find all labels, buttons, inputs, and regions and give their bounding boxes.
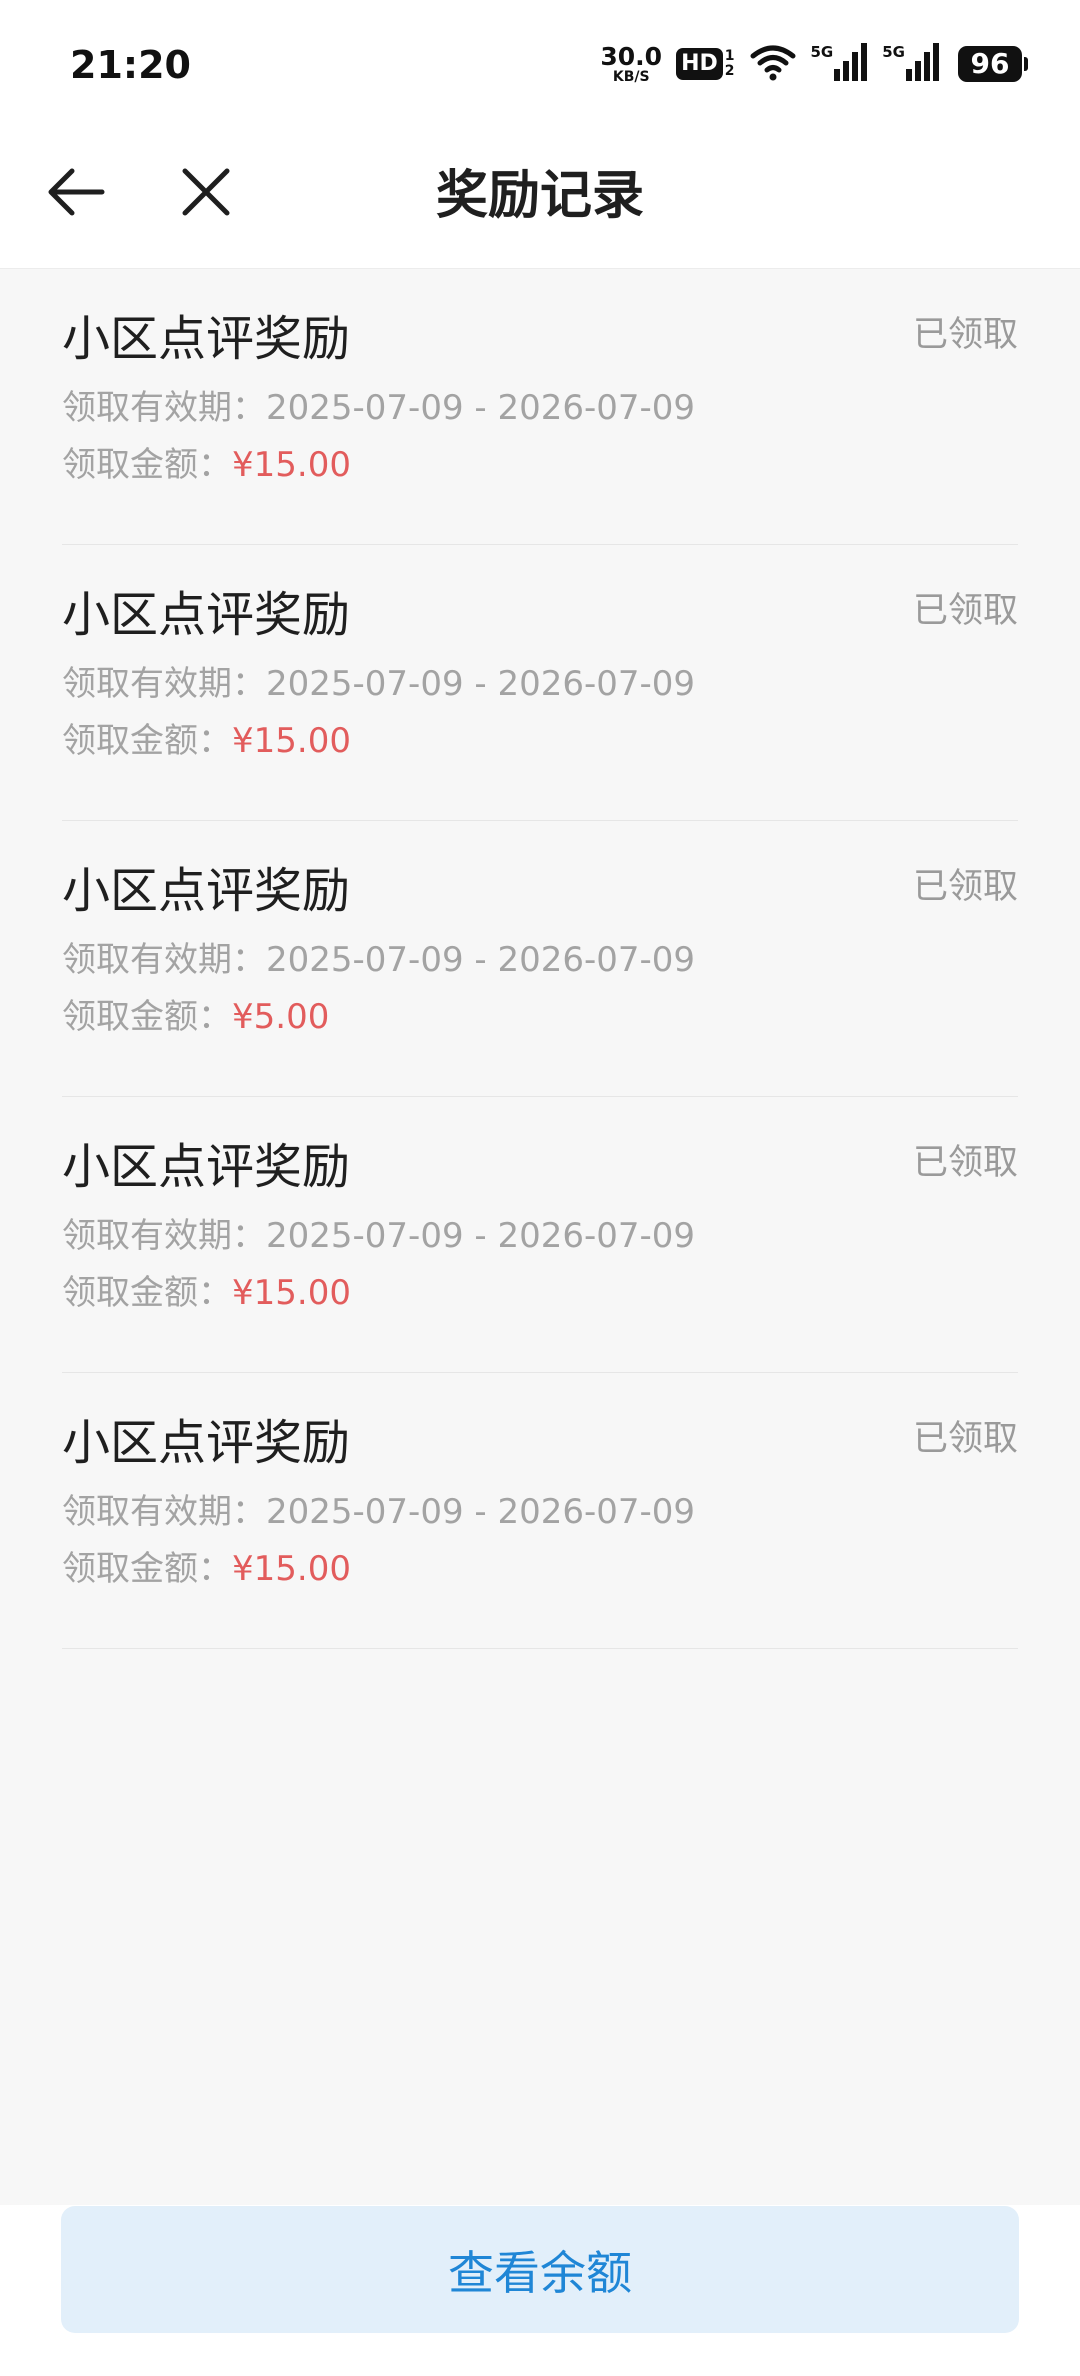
record-validity: 领取有效期：2025-07-09 - 2026-07-09 xyxy=(62,663,695,705)
status-time: 21:20 xyxy=(70,43,191,87)
amount-label: 领取金额： xyxy=(62,721,232,761)
validity-label: 领取有效期： xyxy=(62,1492,266,1532)
validity-label: 领取有效期： xyxy=(62,1216,266,1256)
record-validity: 领取有效期：2025-07-09 - 2026-07-09 xyxy=(62,939,695,981)
record-title: 小区点评奖励 xyxy=(62,587,351,643)
signal-icon xyxy=(906,43,940,85)
record-amount: 领取金额：¥15.00 xyxy=(62,1548,351,1590)
record-status: 已领取 xyxy=(912,591,1018,631)
validity-value: 2025-07-09 - 2026-07-09 xyxy=(266,664,696,704)
battery-indicator: 96 xyxy=(958,46,1028,82)
amount-value: ¥15.00 xyxy=(232,1549,351,1589)
wifi-icon xyxy=(749,42,797,86)
status-icons: 30.0 KB/S HD 1 2 5G 5G 96 xyxy=(600,40,1028,88)
list-item[interactable]: 小区点评奖励 已领取 领取有效期：2025-07-09 - 2026-07-09… xyxy=(62,1373,1018,1649)
validity-label: 领取有效期： xyxy=(62,388,266,428)
header: 奖励记录 xyxy=(0,128,1080,269)
list-item[interactable]: 小区点评奖励 已领取 领取有效期：2025-07-09 - 2026-07-09… xyxy=(62,821,1018,1097)
record-amount: 领取金额：¥15.00 xyxy=(62,1272,351,1314)
signal-icon xyxy=(834,43,868,85)
record-amount: 领取金额：¥15.00 xyxy=(62,444,351,486)
network-speed: 30.0 KB/S xyxy=(600,44,662,84)
list-item[interactable]: 小区点评奖励 已领取 领取有效期：2025-07-09 - 2026-07-09… xyxy=(62,545,1018,821)
record-validity: 领取有效期：2025-07-09 - 2026-07-09 xyxy=(62,1215,695,1257)
network-speed-value: 30.0 xyxy=(600,42,663,71)
record-title: 小区点评奖励 xyxy=(62,311,351,367)
amount-value: ¥15.00 xyxy=(232,445,351,485)
record-title: 小区点评奖励 xyxy=(62,863,351,919)
hd-sub-top: 1 xyxy=(724,48,735,64)
validity-value: 2025-07-09 - 2026-07-09 xyxy=(266,1216,696,1256)
amount-value: ¥15.00 xyxy=(232,721,351,761)
validity-value: 2025-07-09 - 2026-07-09 xyxy=(266,388,696,428)
record-title: 小区点评奖励 xyxy=(62,1415,351,1471)
validity-value: 2025-07-09 - 2026-07-09 xyxy=(266,1492,696,1532)
status-bar: 21:20 30.0 KB/S HD 1 2 5G 5G 96 xyxy=(0,0,1080,128)
validity-label: 领取有效期： xyxy=(62,664,266,704)
hd-sub: 1 2 xyxy=(725,49,735,79)
signal-label-2: 5G xyxy=(882,43,905,61)
page-title: 奖励记录 xyxy=(435,166,644,226)
record-validity: 领取有效期：2025-07-09 - 2026-07-09 xyxy=(62,1491,695,1533)
view-balance-button[interactable]: 查看余额 xyxy=(61,2206,1019,2333)
amount-label: 领取金额： xyxy=(62,1549,232,1589)
signal-label-1: 5G xyxy=(810,43,834,61)
record-amount: 领取金额：¥5.00 xyxy=(62,996,329,1038)
amount-value: ¥15.00 xyxy=(232,1273,351,1313)
record-validity: 领取有效期：2025-07-09 - 2026-07-09 xyxy=(62,387,695,429)
signal-indicator-2: 5G xyxy=(882,43,940,85)
amount-label: 领取金额： xyxy=(62,997,232,1037)
list-item[interactable]: 小区点评奖励 已领取 领取有效期：2025-07-09 - 2026-07-09… xyxy=(62,269,1018,545)
network-speed-unit: KB/S xyxy=(612,69,650,85)
amount-value: ¥5.00 xyxy=(232,997,330,1037)
signal-indicator-1: 5G xyxy=(811,43,869,85)
hd-badge: HD xyxy=(676,48,723,80)
record-amount: 领取金额：¥15.00 xyxy=(62,720,351,762)
record-status: 已领取 xyxy=(912,1419,1018,1459)
bottom-bar: 查看余额 xyxy=(0,2205,1080,2376)
list-item[interactable]: 小区点评奖励 已领取 领取有效期：2025-07-09 - 2026-07-09… xyxy=(62,1097,1018,1373)
record-list: 小区点评奖励 已领取 领取有效期：2025-07-09 - 2026-07-09… xyxy=(0,269,1080,1649)
amount-label: 领取金额： xyxy=(62,1273,232,1313)
hd-indicator: HD 1 2 xyxy=(676,48,735,80)
record-status: 已领取 xyxy=(912,1143,1018,1183)
validity-value: 2025-07-09 - 2026-07-09 xyxy=(266,940,696,980)
validity-label: 领取有效期： xyxy=(62,940,266,980)
amount-label: 领取金额： xyxy=(62,445,232,485)
record-status: 已领取 xyxy=(912,315,1018,355)
record-status: 已领取 xyxy=(912,867,1018,907)
record-title: 小区点评奖励 xyxy=(62,1139,351,1195)
hd-sub-bottom: 2 xyxy=(724,63,735,79)
